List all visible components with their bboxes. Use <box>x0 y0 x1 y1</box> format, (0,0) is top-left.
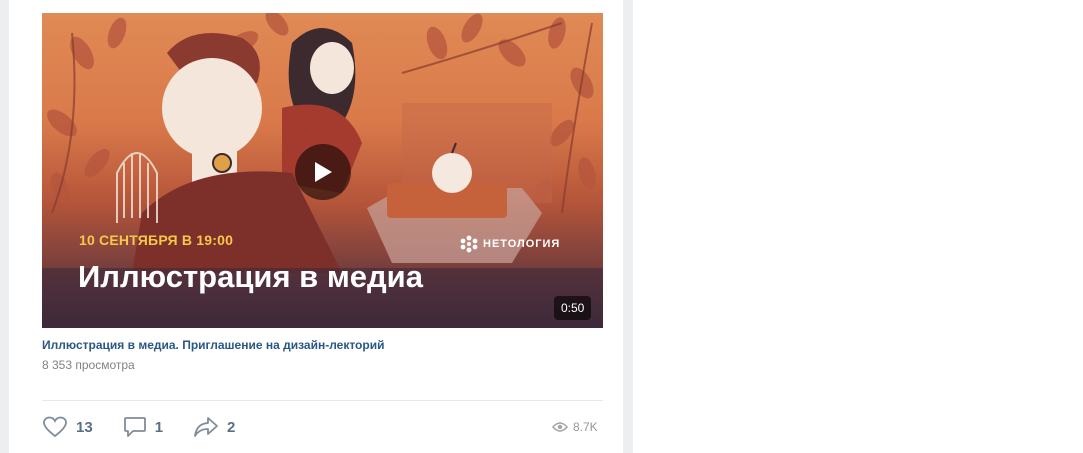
eye-icon <box>552 422 568 432</box>
video-title-link[interactable]: Иллюстрация в медиа. Приглашение на диза… <box>42 338 384 352</box>
video-views-count: 8 353 просмотра <box>42 358 135 372</box>
promo-title: Иллюстрация в медиа <box>78 259 423 294</box>
post-views-count: 8.7K <box>573 420 598 434</box>
promo-date: 10 СЕНТЯБРЯ В 19:00 <box>79 232 234 248</box>
share-button[interactable]: 2 <box>193 416 235 438</box>
brand-logo: НЕТОЛОГИЯ <box>460 235 560 253</box>
page-background-right <box>623 0 633 453</box>
share-icon <box>194 417 218 437</box>
play-button[interactable] <box>295 144 351 200</box>
heart-icon <box>43 416 67 438</box>
video-thumbnail[interactable]: 10 СЕНТЯБРЯ В 19:00 Иллюстрация в медиа … <box>42 13 603 328</box>
post-actions: 13 1 2 <box>42 416 265 438</box>
like-count: 13 <box>76 418 93 436</box>
like-button[interactable]: 13 <box>42 416 93 438</box>
netology-logo-icon <box>460 235 478 253</box>
brand-name: НЕТОЛОГИЯ <box>483 238 561 250</box>
comment-count: 1 <box>154 418 164 436</box>
comment-icon <box>123 417 146 437</box>
duration-badge: 0:50 <box>554 296 592 320</box>
comment-button[interactable]: 1 <box>123 416 163 438</box>
post-views: 8.7K <box>552 420 598 434</box>
share-count: 2 <box>227 418 236 436</box>
divider <box>42 400 603 401</box>
play-icon <box>315 162 332 182</box>
page-background-left <box>0 0 9 453</box>
post-card: 10 СЕНТЯБРЯ В 19:00 Иллюстрация в медиа … <box>9 0 623 453</box>
